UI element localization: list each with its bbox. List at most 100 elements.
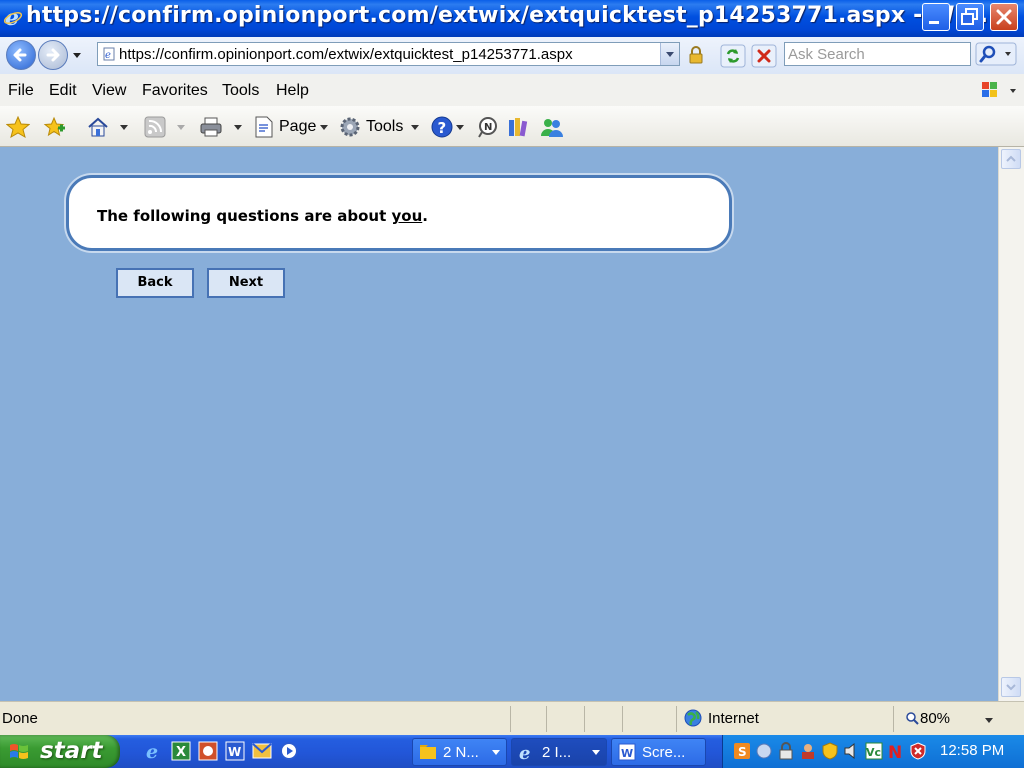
- page-menu-label[interactable]: Page: [279, 118, 316, 136]
- menu-help[interactable]: Help: [276, 82, 309, 100]
- chevron-down-icon[interactable]: [985, 718, 993, 724]
- messenger-icon[interactable]: [540, 116, 564, 138]
- command-toolbar: Page Tools ? N: [0, 106, 1024, 147]
- chevron-down-icon: [492, 750, 500, 755]
- back-navigation-button[interactable]: [6, 40, 36, 70]
- menu-view[interactable]: View: [92, 82, 126, 100]
- outlook-icon[interactable]: [252, 741, 272, 761]
- help-icon[interactable]: ?: [430, 116, 454, 138]
- search-input[interactable]: [788, 43, 968, 65]
- svg-text:N: N: [484, 122, 492, 133]
- home-icon[interactable]: [86, 116, 110, 138]
- status-text: Done: [2, 710, 38, 727]
- clock[interactable]: 12:58 PM: [940, 742, 1004, 759]
- chevron-down-icon[interactable]: [234, 125, 242, 131]
- menu-file[interactable]: File: [8, 82, 34, 100]
- status-divider: [676, 706, 677, 732]
- lock-icon[interactable]: [688, 46, 704, 64]
- chevron-down-icon[interactable]: [72, 50, 82, 60]
- address-input[interactable]: [119, 43, 649, 65]
- powerpoint-icon[interactable]: [198, 741, 218, 761]
- chevron-down-icon[interactable]: [456, 125, 464, 131]
- zoom-level[interactable]: 80%: [920, 710, 950, 727]
- question-prefix: The following questions are about: [97, 207, 392, 225]
- page-menu-icon[interactable]: [252, 116, 276, 138]
- search-icon: [975, 42, 1017, 66]
- excel-icon[interactable]: X: [171, 741, 191, 761]
- address-bar[interactable]: e: [97, 42, 680, 66]
- svg-text:W: W: [621, 747, 633, 760]
- menu-edit[interactable]: Edit: [49, 82, 77, 100]
- refresh-icon: [720, 44, 746, 68]
- internet-explorer-icon: e: [3, 6, 23, 28]
- stop-button[interactable]: [751, 44, 777, 68]
- word-icon[interactable]: W: [225, 741, 245, 761]
- restore-button[interactable]: [956, 3, 984, 31]
- internet-explorer-icon: e: [519, 743, 530, 761]
- address-dropdown-button[interactable]: [660, 43, 679, 65]
- speaker-icon[interactable]: [843, 742, 861, 760]
- internet-explorer-icon[interactable]: e: [144, 741, 164, 761]
- tray-app-icon[interactable]: S: [733, 742, 751, 760]
- chevron-down-icon[interactable]: [177, 125, 185, 131]
- security-shield-icon[interactable]: [909, 742, 927, 760]
- status-divider: [510, 706, 511, 732]
- network-icon[interactable]: [755, 742, 773, 760]
- zoom-icon[interactable]: [905, 711, 919, 725]
- address-toolbar: e: [0, 37, 1024, 75]
- svg-text:?: ?: [438, 119, 447, 137]
- window-title-bar[interactable]: e https://confirm.opinionport.com/extwix…: [0, 0, 1024, 37]
- windows-flag-icon: [10, 744, 28, 759]
- rss-feed-icon[interactable]: [143, 116, 167, 138]
- svg-text:e: e: [146, 741, 158, 761]
- antivirus-icon[interactable]: Vc: [865, 742, 883, 760]
- forward-arrow-icon: [46, 48, 60, 62]
- taskbar-button[interactable]: W Scre...: [611, 738, 706, 766]
- back-button[interactable]: Back: [116, 268, 194, 298]
- windows-explorer-icon: [420, 745, 436, 759]
- word-document-icon: W: [618, 743, 636, 761]
- favorites-star-icon[interactable]: [6, 116, 30, 138]
- taskbar-button-label: 2 N...: [443, 744, 479, 761]
- taskbar-button-label: Scre...: [642, 744, 686, 761]
- next-button[interactable]: Next: [207, 268, 285, 298]
- system-tray: S Vc N 12:58 PM: [722, 735, 1024, 768]
- user-icon[interactable]: [799, 742, 817, 760]
- research-icon[interactable]: N: [476, 116, 500, 138]
- shield-icon[interactable]: [821, 742, 839, 760]
- books-icon[interactable]: [506, 116, 530, 138]
- tools-menu-label[interactable]: Tools: [366, 118, 403, 136]
- forward-navigation-button[interactable]: [38, 40, 68, 70]
- page-icon: e: [103, 47, 115, 61]
- media-player-icon[interactable]: [279, 741, 299, 761]
- vertical-scrollbar[interactable]: [998, 147, 1024, 701]
- svg-text:S: S: [738, 745, 747, 759]
- taskbar-button[interactable]: 2 N...: [412, 738, 507, 766]
- status-divider: [546, 706, 547, 732]
- chevron-down-icon[interactable]: [120, 125, 128, 131]
- refresh-button[interactable]: [720, 44, 746, 68]
- chevron-down-icon[interactable]: [320, 125, 328, 131]
- status-divider: [584, 706, 585, 732]
- menu-tools[interactable]: Tools: [222, 82, 259, 100]
- status-divider: [622, 706, 623, 732]
- minimize-button[interactable]: [922, 3, 950, 31]
- menu-favorites[interactable]: Favorites: [142, 82, 208, 100]
- taskbar-button-label: 2 I...: [542, 744, 572, 761]
- chevron-down-icon[interactable]: [411, 125, 419, 131]
- search-box[interactable]: [784, 42, 971, 66]
- print-icon[interactable]: [199, 116, 223, 138]
- scroll-up-button[interactable]: [1001, 149, 1021, 169]
- add-to-favorites-icon[interactable]: [42, 116, 66, 138]
- lock-icon[interactable]: [777, 742, 795, 760]
- gear-icon[interactable]: [338, 116, 362, 138]
- minimize-icon: [929, 21, 939, 24]
- search-button[interactable]: [975, 42, 1017, 66]
- start-button[interactable]: start: [0, 735, 120, 768]
- close-button[interactable]: [990, 3, 1018, 31]
- svg-text:e: e: [105, 50, 111, 61]
- norton-icon[interactable]: N: [887, 742, 905, 760]
- taskbar-button-active[interactable]: e 2 I...: [511, 738, 607, 766]
- scroll-down-button[interactable]: [1001, 677, 1021, 697]
- windows-logo-icon[interactable]: [980, 80, 1018, 100]
